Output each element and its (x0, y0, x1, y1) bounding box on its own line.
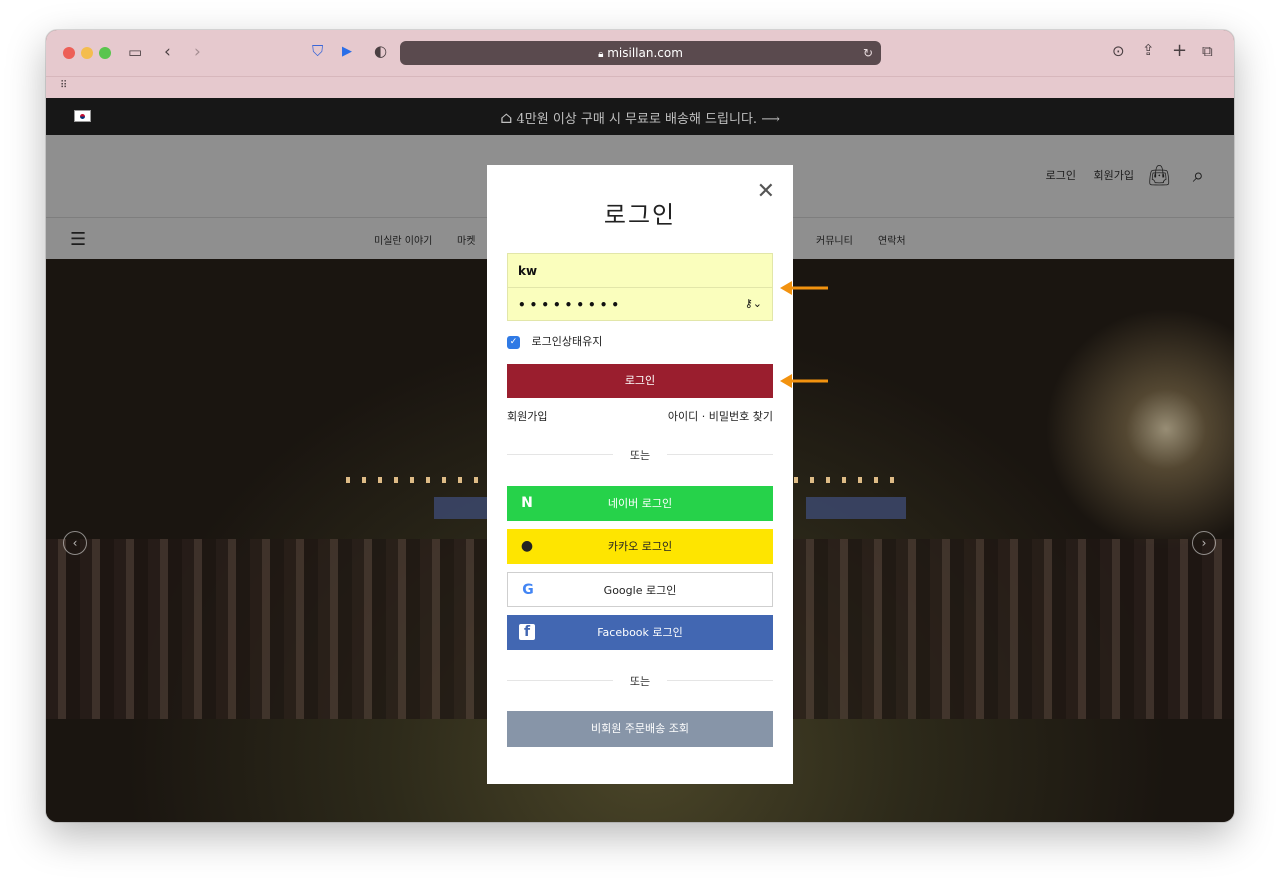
naver-login-button[interactable]: N 네이버 로그인 (507, 486, 773, 521)
sidebar-toggle-icon[interactable]: ▭ (128, 45, 142, 60)
signup-link[interactable]: 회원가입 (507, 410, 547, 423)
share-icon[interactable]: ⇪ (1142, 43, 1155, 58)
or-divider-2: 또는 (507, 673, 773, 688)
downloads-icon[interactable]: ⊙ (1112, 44, 1125, 59)
forward-icon[interactable]: › (194, 44, 201, 61)
carousel-next-icon[interactable]: › (1192, 531, 1216, 555)
arrow-right-icon: ⟶ (761, 112, 780, 127)
annotation-arrow-credentials-icon (780, 281, 828, 295)
bookmarks-bar: ⠿ (46, 76, 1234, 98)
google-login-label: Google 로그인 (603, 584, 677, 597)
new-tab-icon[interactable]: + (1172, 42, 1187, 60)
annotation-arrow-login-icon (780, 374, 828, 388)
nav-item-community[interactable]: 커뮤니티 (816, 232, 853, 247)
zoom-window-button[interactable] (99, 47, 111, 59)
google-login-button[interactable]: G Google 로그인 (507, 572, 773, 607)
search-icon[interactable]: ⌕ (1193, 163, 1204, 187)
checkbox-checked-icon[interactable]: ✓ (507, 335, 520, 349)
carousel-dots (624, 819, 661, 822)
login-button[interactable]: 로그인 (507, 364, 773, 398)
menu-icon[interactable]: ☰ (70, 229, 86, 250)
promo-text: 4만원 이상 구매 시 무료로 배송해 드립니다. (516, 112, 758, 127)
remember-label: 로그인상태유지 (531, 335, 603, 348)
minimize-window-button[interactable] (81, 47, 93, 59)
address-bar[interactable]: 🔒︎ misillan.com ↻ (400, 41, 881, 65)
header-login-link[interactable]: 로그인 (1046, 169, 1076, 182)
naver-login-label: 네이버 로그인 (607, 497, 673, 510)
back-icon[interactable]: ‹ (164, 44, 171, 61)
extension-play-icon[interactable]: ▶ (342, 45, 352, 58)
key-icon[interactable]: ⚷⌄ (745, 297, 762, 310)
google-icon: G (522, 582, 534, 598)
modal-title: 로그인 (603, 201, 677, 229)
naver-icon: N (521, 495, 533, 511)
account-links: 회원가입 아이디 · 비밀번호 찾기 (507, 408, 773, 424)
username-input[interactable] (508, 254, 772, 287)
favorites-grid-icon[interactable]: ⠿ (60, 81, 67, 91)
remember-login[interactable]: ✓ 로그인상태유지 (507, 333, 603, 349)
username-row (508, 254, 772, 288)
kakao-login-label: 카카오 로그인 (607, 540, 673, 553)
nav-item-market[interactable]: 마켓 (457, 232, 475, 247)
tent-right (806, 497, 906, 519)
header-links: 로그인 회원가입 (1032, 167, 1134, 183)
promo-bar: ⌂ 4만원 이상 구매 시 무료로 배송해 드립니다. ⟶ (46, 98, 1234, 135)
browser-window: ▭ ‹ › ⛉ ▶ ◐ 🔒︎ misillan.com ↻ ⊙ ⇪ + ⧉ ⠿ … (46, 30, 1234, 822)
kakao-speech-bubble-icon: ● (520, 538, 534, 554)
nav-item-story[interactable]: 미실란 이야기 (374, 232, 432, 247)
or-divider-1: 또는 (507, 447, 773, 462)
close-window-button[interactable] (63, 47, 75, 59)
tab-overview-icon[interactable]: ⧉ (1202, 44, 1213, 59)
password-input[interactable] (508, 288, 772, 322)
guest-order-lookup-button[interactable]: 비회원 주문배송 조회 (507, 711, 773, 747)
facebook-login-label: Facebook 로그인 (597, 626, 683, 639)
login-modal: ✕ 로그인 ⚷⌄ ✓ 로그인상태유지 로그인 회원가입 아이디 · 비밀번호 찾… (487, 165, 793, 784)
shopping-bag-icon[interactable]: 👜︎ (1147, 163, 1172, 187)
header-signup-link[interactable]: 회원가입 (1094, 169, 1134, 182)
browser-toolbar: ▭ ‹ › ⛉ ▶ ◐ 🔒︎ misillan.com ↻ ⊙ ⇪ + ⧉ (46, 30, 1234, 76)
facebook-icon: f (519, 624, 535, 640)
url-text: misillan.com (607, 46, 683, 60)
find-account-link[interactable]: 아이디 · 비밀번호 찾기 (668, 408, 773, 424)
password-manager-icon[interactable]: ⛉ (312, 44, 323, 59)
nav-item-contact[interactable]: 연락처 (878, 232, 906, 247)
reload-icon[interactable]: ↻ (863, 41, 873, 65)
carousel-prev-icon[interactable]: ‹ (63, 531, 87, 555)
gift-icon: ⌂ (500, 108, 513, 127)
kakao-login-button[interactable]: ● 카카오 로그인 (507, 529, 773, 564)
privacy-shield-icon[interactable]: ◐ (374, 44, 387, 59)
promo-message[interactable]: ⌂ 4만원 이상 구매 시 무료로 배송해 드립니다. ⟶ (46, 108, 1234, 127)
password-row: ⚷⌄ (508, 288, 772, 322)
credentials-box: ⚷⌄ (507, 253, 773, 322)
facebook-login-button[interactable]: f Facebook 로그인 (507, 615, 773, 650)
lock-icon: 🔒︎ (598, 49, 604, 60)
